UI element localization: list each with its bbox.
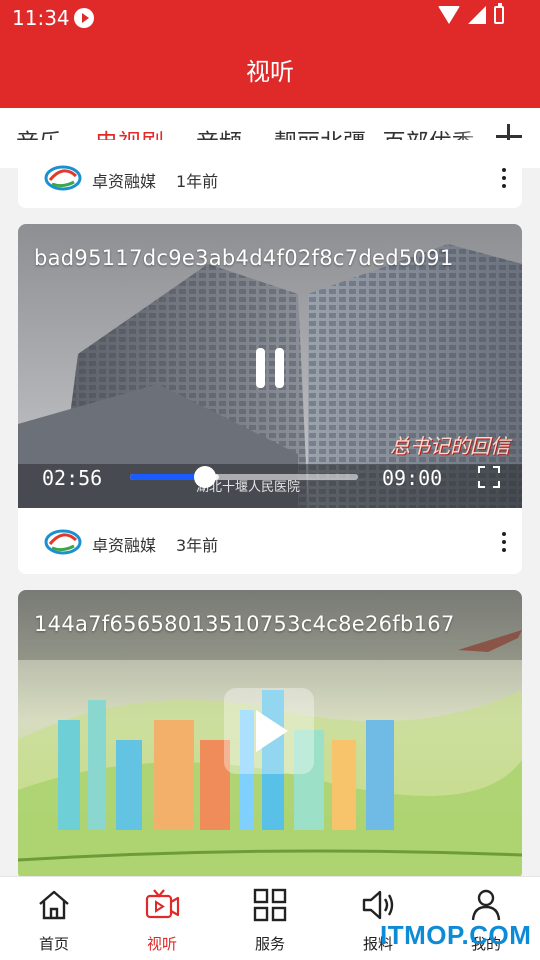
play-icon[interactable] xyxy=(224,688,314,774)
seek-bar[interactable] xyxy=(130,466,358,488)
nav-home[interactable]: 首页 xyxy=(14,887,94,957)
card-meta: 卓资融媒 1年前 xyxy=(18,144,522,208)
video-card: bad95117dc9e3ab4d4f02f8c7ded5091 总书记的回信 … xyxy=(18,224,522,574)
tv-play-icon xyxy=(145,889,180,919)
site-watermark: ITMOP.COM xyxy=(380,920,532,950)
video-player[interactable]: 144a7f65658013510753c4c8e26fb167 xyxy=(18,590,522,880)
screen-record-icon xyxy=(74,8,94,28)
video-corner-logo: 总书记的回信 xyxy=(390,434,510,458)
pause-icon[interactable] xyxy=(256,348,286,388)
nav-label: 服务 xyxy=(254,935,285,953)
seek-handle[interactable] xyxy=(193,466,216,488)
video-title: 144a7f65658013510753c4c8e26fb167 xyxy=(34,612,455,636)
grid-icon xyxy=(253,888,287,922)
user-icon xyxy=(471,889,501,921)
wifi-icon xyxy=(438,6,460,24)
nav-label: 视听 xyxy=(146,935,177,953)
status-bar: 11:34 xyxy=(0,0,540,36)
publish-time: 3年前 xyxy=(176,536,219,555)
more-icon[interactable] xyxy=(500,530,508,554)
video-card: 144a7f65658013510753c4c8e26fb167 xyxy=(18,590,522,880)
author-name[interactable]: 卓资融媒 xyxy=(92,532,156,556)
media-logo-icon xyxy=(44,165,82,191)
duration: 09:00 xyxy=(382,466,443,490)
author-name[interactable]: 卓资融媒 xyxy=(92,168,156,192)
page-title: 视听 xyxy=(246,58,294,86)
nav-media[interactable]: 视听 xyxy=(122,887,202,957)
fullscreen-icon[interactable] xyxy=(478,466,500,488)
video-player[interactable]: bad95117dc9e3ab4d4f02f8c7ded5091 总书记的回信 … xyxy=(18,224,522,508)
media-logo-icon xyxy=(44,529,82,555)
signal-icon xyxy=(468,6,486,24)
app-header: 11:34 视听 xyxy=(0,0,540,108)
home-icon xyxy=(39,890,69,920)
status-icons xyxy=(438,3,504,24)
more-icon[interactable] xyxy=(500,166,508,190)
nav-services[interactable]: 服务 xyxy=(230,887,310,957)
card-meta: 卓资融媒 3年前 xyxy=(18,508,522,572)
current-time: 02:56 xyxy=(42,466,103,490)
video-card: 卓资融媒 1年前 xyxy=(18,140,522,208)
video-title: bad95117dc9e3ab4d4f02f8c7ded5091 xyxy=(34,246,454,270)
publish-time: 1年前 xyxy=(176,172,219,191)
battery-icon xyxy=(494,3,504,24)
nav-label: 首页 xyxy=(38,935,69,953)
status-time: 11:34 xyxy=(12,6,70,30)
speaker-icon xyxy=(362,890,394,920)
